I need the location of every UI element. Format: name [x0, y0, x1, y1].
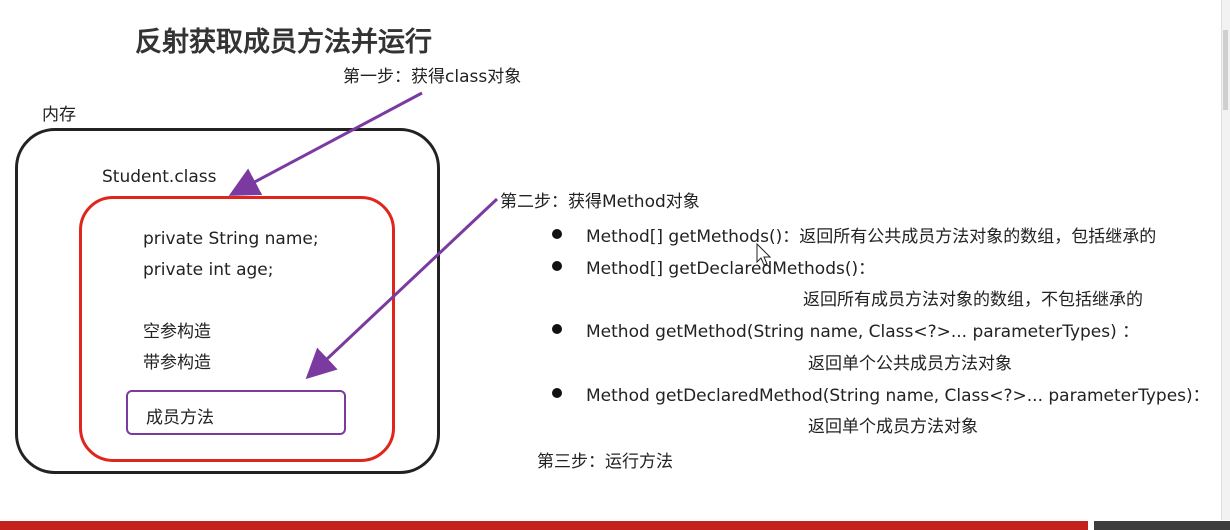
- progress-remaining: [1094, 521, 1230, 530]
- step1-arrow: [228, 91, 423, 196]
- arrows-layer: [228, 91, 772, 380]
- mouse-cursor-icon: [756, 242, 772, 266]
- progress-bar: [0, 521, 1088, 530]
- step2-arrow: [305, 197, 499, 380]
- scrollbar-thumb[interactable]: [1223, 30, 1228, 110]
